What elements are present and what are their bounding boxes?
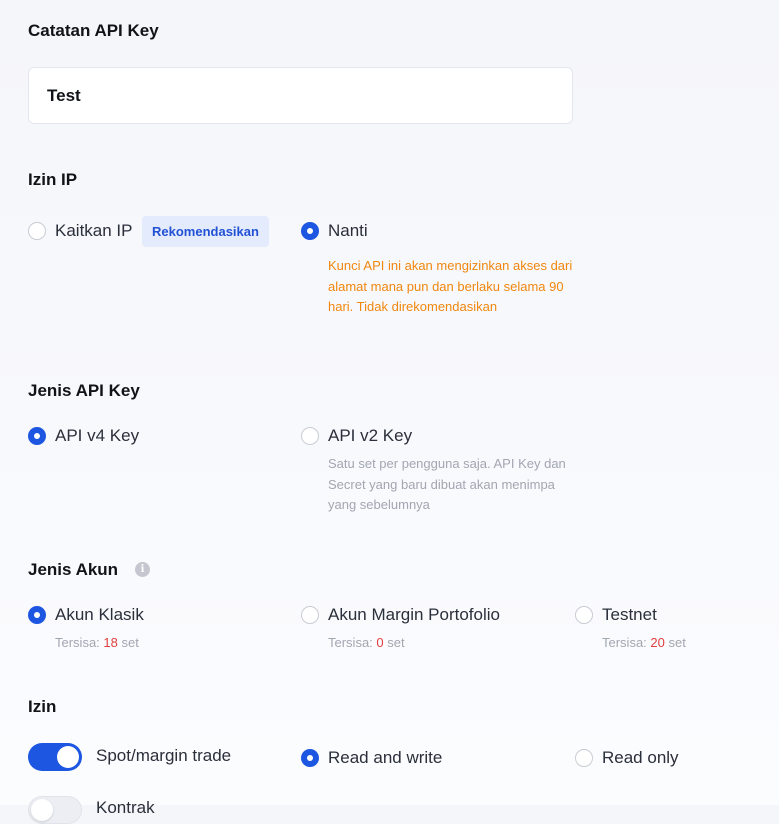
account-testnet-radio[interactable]	[575, 606, 593, 624]
api-note-input[interactable]	[29, 68, 572, 123]
api-v2-radio[interactable]	[301, 427, 319, 445]
account-portfolio-margin-remaining: Tersisa: 0 set	[328, 635, 405, 650]
ip-permission-title: Izin IP	[28, 170, 78, 189]
read-only-label[interactable]: Read only	[602, 748, 679, 768]
ip-warning-text: Kunci API ini akan mengizinkan akses dar…	[328, 258, 573, 314]
recommend-badge: Rekomendasikan	[142, 216, 269, 247]
api-note-title: Catatan API Key	[28, 21, 159, 40]
toggle-knob	[31, 799, 53, 821]
account-testnet-remaining: Tersisa: 20 set	[602, 635, 686, 650]
account-classic-radio[interactable]	[28, 606, 46, 624]
spot-margin-toggle[interactable]	[28, 743, 82, 771]
api-v4-label[interactable]: API v4 Key	[55, 426, 139, 446]
spot-margin-label: Spot/margin trade	[96, 746, 232, 765]
account-portfolio-margin-label[interactable]: Akun Margin Portofolio	[328, 605, 500, 625]
read-only-radio[interactable]	[575, 749, 593, 767]
api-v2-label[interactable]: API v2 Key	[328, 426, 412, 446]
account-testnet-label[interactable]: Testnet	[602, 605, 657, 625]
later-label[interactable]: Nanti	[328, 221, 368, 241]
info-icon[interactable]: i	[135, 562, 150, 577]
later-radio[interactable]	[301, 222, 319, 240]
account-portfolio-margin-radio[interactable]	[301, 606, 319, 624]
api-key-type-title: Jenis API Key	[28, 381, 140, 400]
contract-toggle[interactable]	[28, 796, 82, 824]
contract-label: Kontrak	[96, 798, 155, 817]
account-classic-remaining: Tersisa: 18 set	[55, 635, 139, 650]
api-v4-radio[interactable]	[28, 427, 46, 445]
api-note-field[interactable]	[28, 67, 573, 124]
api-v2-note: Satu set per pengguna saja. API Key dan …	[328, 456, 566, 512]
read-write-radio[interactable]	[301, 749, 319, 767]
read-write-label[interactable]: Read and write	[328, 748, 442, 768]
account-type-title: Jenis Akun	[28, 560, 119, 579]
bind-ip-radio[interactable]	[28, 222, 46, 240]
bind-ip-label[interactable]: Kaitkan IP	[55, 221, 133, 241]
account-classic-label[interactable]: Akun Klasik	[55, 605, 144, 625]
toggle-knob	[57, 746, 79, 768]
permissions-title: Izin	[28, 697, 57, 716]
